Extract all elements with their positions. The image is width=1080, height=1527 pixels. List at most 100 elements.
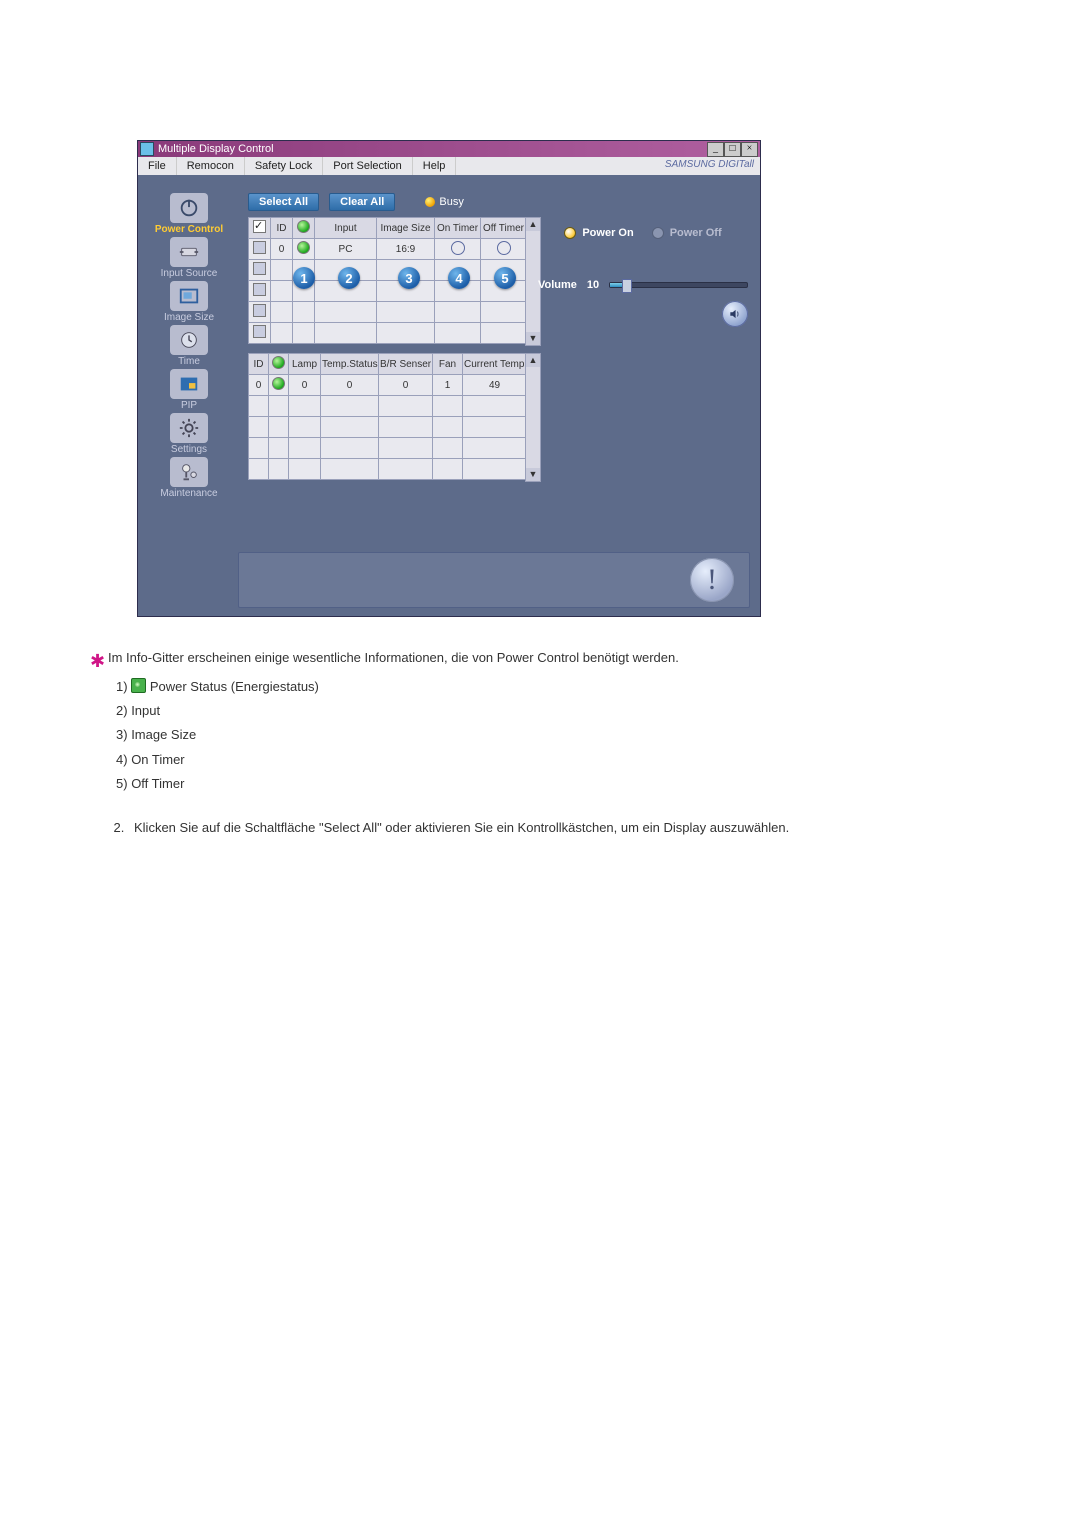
sidebar-item-power-control[interactable]: Power Control <box>149 193 229 235</box>
intro-text: Im Info-Gitter erscheinen einige wesentl… <box>108 650 679 665</box>
sidebar-label: Settings <box>171 444 207 455</box>
sidebar-item-pip[interactable]: PIP <box>149 369 229 411</box>
grid-row[interactable] <box>249 396 527 417</box>
col-temp-status: Temp.Status <box>321 354 379 375</box>
cell-image-size: 16:9 <box>377 239 435 260</box>
speaker-button[interactable] <box>722 301 748 327</box>
grid-row[interactable]: 0 0 0 0 1 49 <box>249 375 527 396</box>
sidebar-label: Time <box>178 356 200 367</box>
doc-text: ✱ Im Info-Gitter erscheinen einige wesen… <box>90 648 990 838</box>
cell-id: 0 <box>271 239 293 260</box>
off-timer-icon <box>497 241 511 255</box>
step-item: Klicken Sie auf die Schaltfläche "Select… <box>128 818 990 838</box>
busy-dot-icon <box>425 197 435 207</box>
grid-scrollbar[interactable]: ▲ ▼ <box>525 353 541 482</box>
menu-help[interactable]: Help <box>413 157 457 175</box>
grid-row[interactable] <box>249 281 527 302</box>
power-off-button[interactable]: Power Off <box>652 227 722 239</box>
legend-item: 4) On Timer <box>116 750 990 770</box>
col-image-size: Image Size <box>377 218 435 239</box>
title-bar: Multiple Display Control _ □ × <box>138 141 760 157</box>
sidebar-item-input-source[interactable]: Input Source <box>149 237 229 279</box>
cell-br: 0 <box>379 375 433 396</box>
grid-row[interactable]: 0 PC 16:9 <box>249 239 527 260</box>
col-on-timer: On Timer <box>435 218 481 239</box>
power-on-button[interactable]: Power On <box>564 227 633 239</box>
grid-row[interactable] <box>249 438 527 459</box>
grid-row[interactable] <box>249 417 527 438</box>
col-lamp: Lamp <box>289 354 321 375</box>
sidebar-label: Power Control <box>155 224 223 235</box>
legend-list: 1) Power Status (Energiestatus) 2) Input… <box>116 676 990 794</box>
power-status-icon <box>272 356 285 369</box>
power-status-icon <box>297 241 310 254</box>
brand-label: SAMSUNG DIGITall <box>659 157 760 175</box>
app-icon <box>140 142 154 156</box>
cell-cur-temp: 49 <box>463 375 527 396</box>
col-br-senser: B/R Senser <box>379 354 433 375</box>
power-status-icon <box>131 678 146 693</box>
col-fan: Fan <box>433 354 463 375</box>
menu-safety-lock[interactable]: Safety Lock <box>245 157 323 175</box>
grid-row[interactable] <box>249 323 527 344</box>
menu-bar: File Remocon Safety Lock Port Selection … <box>138 157 760 175</box>
cell-id: 0 <box>249 375 269 396</box>
menu-file[interactable]: File <box>138 157 177 175</box>
radio-dot-icon <box>652 227 664 239</box>
power-on-label: Power On <box>582 227 633 239</box>
volume-slider[interactable] <box>609 282 748 288</box>
volume-label: Volume <box>538 279 577 291</box>
row-checkbox[interactable] <box>253 283 266 296</box>
scroll-down-icon[interactable]: ▼ <box>526 332 540 345</box>
cell-input: PC <box>315 239 377 260</box>
volume-thumb[interactable] <box>622 279 632 293</box>
volume-row: Volume 10 <box>538 279 748 291</box>
close-button[interactable]: × <box>741 142 758 157</box>
sidebar-item-time[interactable]: Time <box>149 325 229 367</box>
select-all-button[interactable]: Select All <box>248 193 319 211</box>
menu-remocon[interactable]: Remocon <box>177 157 245 175</box>
grid-row[interactable] <box>249 302 527 323</box>
col-status <box>269 354 289 375</box>
cell-fan: 1 <box>433 375 463 396</box>
grid-row[interactable] <box>249 260 527 281</box>
col-id: ID <box>249 354 269 375</box>
col-current-temp: Current Temp. <box>463 354 527 375</box>
col-id: ID <box>271 218 293 239</box>
cell-lamp: 0 <box>289 375 321 396</box>
sidebar-label: Input Source <box>161 268 218 279</box>
steps-list: Klicken Sie auf die Schaltfläche "Select… <box>116 818 990 838</box>
sidebar: Power Control Input Source Image Size <box>144 193 234 499</box>
row-checkbox[interactable] <box>253 241 266 254</box>
sidebar-item-image-size[interactable]: Image Size <box>149 281 229 323</box>
sidebar-item-maintenance[interactable]: Maintenance <box>149 457 229 499</box>
row-checkbox[interactable] <box>253 304 266 317</box>
input-source-icon <box>170 237 208 267</box>
right-panel: Power On Power Off Volume 10 <box>538 227 748 327</box>
sidebar-item-settings[interactable]: Settings <box>149 413 229 455</box>
image-size-icon <box>170 281 208 311</box>
pip-icon <box>170 369 208 399</box>
cell-temp-status: 0 <box>321 375 379 396</box>
row-checkbox[interactable] <box>253 325 266 338</box>
maintenance-icon <box>170 457 208 487</box>
maximize-button[interactable]: □ <box>724 142 741 157</box>
info-grid-2: ID Lamp Temp.Status B/R Senser Fan Curre… <box>248 353 526 480</box>
grid-row[interactable] <box>249 459 527 480</box>
check-all[interactable] <box>253 220 266 233</box>
minimize-button[interactable]: _ <box>707 142 724 157</box>
scroll-down-icon[interactable]: ▼ <box>526 468 540 481</box>
settings-icon <box>170 413 208 443</box>
menu-port-selection[interactable]: Port Selection <box>323 157 412 175</box>
col-status <box>293 218 315 239</box>
power-status-icon <box>272 377 285 390</box>
sidebar-label: PIP <box>181 400 197 411</box>
row-checkbox[interactable] <box>253 262 266 275</box>
sidebar-label: Maintenance <box>160 488 217 499</box>
window-controls: _ □ × <box>707 142 758 157</box>
col-check <box>249 218 271 239</box>
clear-all-button[interactable]: Clear All <box>329 193 395 211</box>
app-window: Multiple Display Control _ □ × File Remo… <box>137 140 761 617</box>
scroll-up-icon[interactable]: ▲ <box>526 354 540 367</box>
sidebar-label: Image Size <box>164 312 214 323</box>
